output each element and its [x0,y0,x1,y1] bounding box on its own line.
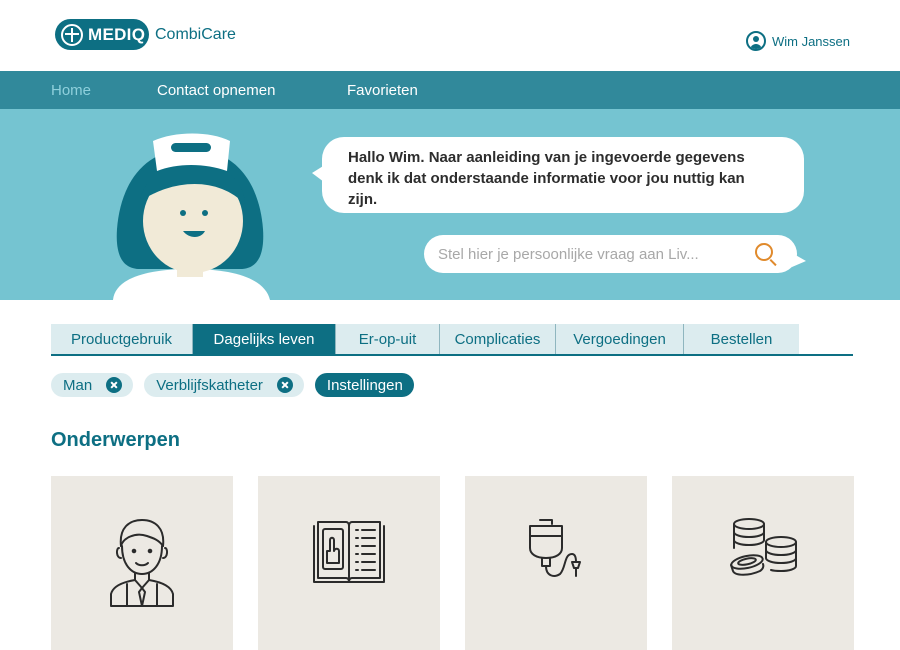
nurse-avatar-icon [113,133,270,300]
user-icon [745,31,766,51]
remove-chip-icon[interactable] [106,377,123,393]
tab-vergoedingen[interactable]: Vergoedingen [556,324,684,354]
user-name: Wim Janssen [771,33,850,49]
logo-pill: MEDIQ [55,19,149,50]
header: MEDIQ CombiCare Wim Janssen [0,0,900,71]
nav-item-favorites[interactable]: Favorieten [347,82,418,99]
topic-card-man[interactable] [51,476,233,650]
section-title: Onderwerpen [51,429,180,451]
main-nav: Home Contact opnemen Favorieten [0,71,900,109]
logo-brand: MEDIQ [88,24,146,44]
nav-item-home[interactable]: Home [51,82,91,99]
remove-chip-icon[interactable] [276,377,293,393]
chip-label: Instellingen [326,376,403,394]
man-icon [110,519,174,607]
coins-icon [730,518,797,576]
chip-label: Verblijfskatheter [156,376,263,394]
nav-item-contact[interactable]: Contact opnemen [157,82,275,99]
category-tabs: Productgebruik Dagelijks leven Er-op-uit… [51,324,853,356]
filter-chips: Man Verblijfskatheter Instellingen [51,373,425,397]
book-icon [313,521,385,583]
topic-card-catheter[interactable] [465,476,647,650]
catheter-bag-icon [529,519,581,577]
tab-er-op-uit[interactable]: Er-op-uit [336,324,440,354]
tab-complicaties[interactable]: Complicaties [440,324,556,354]
topic-card-book[interactable] [258,476,440,650]
filter-chip-man[interactable]: Man [51,373,134,397]
filter-chip-instellingen[interactable]: Instellingen [314,373,414,397]
tab-productgebruik[interactable]: Productgebruik [51,324,193,354]
tab-bestellen[interactable]: Bestellen [684,324,799,354]
chip-label: Man [63,376,93,394]
topic-card-coins[interactable] [672,476,854,650]
search-icon[interactable] [755,243,773,261]
question-search-box[interactable] [424,235,797,273]
question-input[interactable] [438,245,738,263]
topic-cards [51,476,854,650]
logo-product: CombiCare [155,25,236,43]
hero-banner: Hallo Wim. Naar aanleiding van je ingevo… [0,109,900,300]
filter-chip-verblijfskatheter[interactable]: Verblijfskatheter [144,373,304,397]
user-menu[interactable]: Wim Janssen [745,31,850,51]
logo[interactable]: MEDIQ CombiCare [55,19,236,50]
tab-dagelijks-leven[interactable]: Dagelijks leven [193,324,336,354]
mediq-logo-icon [61,23,83,46]
speech-bubble: Hallo Wim. Naar aanleiding van je ingevo… [322,137,804,213]
